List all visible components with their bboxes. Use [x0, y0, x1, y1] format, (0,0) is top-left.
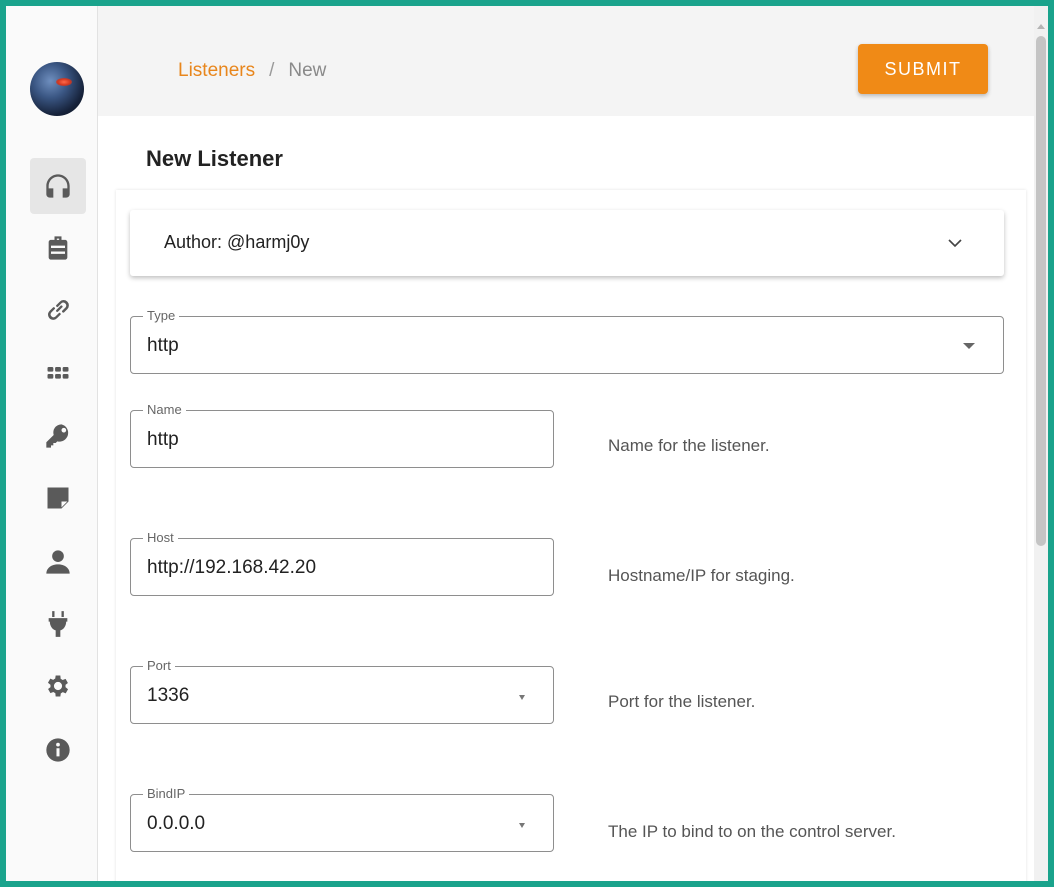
sticky-note-icon	[47, 487, 69, 509]
type-label: Type	[143, 308, 180, 323]
host-help-text: Hostname/IP for staging.	[608, 566, 795, 585]
link-icon	[48, 300, 69, 320]
form-card	[116, 190, 1026, 881]
bindip-value: 0.0.0.0	[147, 813, 206, 834]
sidebar-item-listeners[interactable]	[30, 158, 86, 214]
bindip-help-text: The IP to bind to on the control server.	[608, 822, 896, 841]
sidebar-item-modules[interactable]	[30, 346, 86, 402]
port-label: Port	[143, 658, 175, 673]
host-field[interactable]: Host http://192.168.42.20	[130, 530, 554, 596]
app: Listeners / New SUBMIT New Listener Author…	[6, 6, 1048, 881]
sidebar-item-credentials[interactable]	[30, 408, 86, 464]
bindip-combobox[interactable]: BindIP 0.0.0.0	[130, 786, 554, 852]
main-content: New Listener Author: @harmj0y Type http …	[98, 116, 1034, 881]
dropdown-arrow-icon[interactable]	[519, 695, 525, 700]
grid-icon	[47, 367, 69, 379]
name-help-text: Name for the listener.	[608, 436, 770, 455]
type-select[interactable]: Type http	[130, 308, 1004, 374]
page-title: New Listener	[146, 146, 283, 171]
dropdown-arrow-icon	[963, 343, 975, 349]
sidebar	[6, 6, 98, 881]
port-combobox[interactable]: Port 1336	[130, 658, 554, 724]
chevron-down-icon	[948, 239, 962, 248]
key-icon	[46, 424, 69, 448]
sidebar-item-reporting[interactable]	[30, 470, 86, 526]
sidebar-item-settings[interactable]	[30, 658, 86, 714]
bindip-label: BindIP	[143, 786, 190, 801]
briefcase-icon	[48, 236, 68, 260]
submit-button[interactable]: SUBMIT	[858, 44, 988, 94]
app-logo[interactable]	[30, 62, 84, 116]
name-value: http	[147, 429, 179, 450]
breadcrumb-link-listeners[interactable]: Listeners	[178, 60, 255, 81]
scroll-up-arrow-icon[interactable]	[1037, 24, 1045, 29]
top-bar: Listeners / New SUBMIT	[98, 6, 1034, 116]
name-label: Name	[143, 402, 186, 417]
vertical-scrollbar[interactable]	[1034, 6, 1048, 881]
dropdown-arrow-icon[interactable]	[519, 823, 525, 828]
author-text: Author: @harmj0y	[164, 232, 310, 252]
info-icon	[46, 738, 70, 762]
breadcrumb: Listeners / New	[178, 60, 326, 82]
headphones-icon	[46, 174, 70, 198]
port-value: 1336	[147, 685, 190, 706]
plug-icon	[48, 611, 68, 637]
type-value: http	[147, 335, 179, 356]
sidebar-item-about[interactable]	[30, 722, 86, 778]
sidebar-item-plugins[interactable]	[30, 596, 86, 652]
breadcrumb-separator: /	[269, 60, 275, 81]
scrollbar-thumb[interactable]	[1036, 36, 1046, 546]
user-icon	[46, 550, 70, 574]
sidebar-item-stagers[interactable]	[30, 220, 86, 276]
port-help-text: Port for the listener.	[608, 692, 756, 711]
breadcrumb-current: New	[288, 60, 327, 81]
sidebar-item-users[interactable]	[30, 534, 86, 590]
host-value: http://192.168.42.20	[147, 557, 317, 578]
gear-icon	[47, 675, 69, 697]
sidebar-item-agents[interactable]	[30, 282, 86, 338]
author-expansion-panel[interactable]: Author: @harmj0y	[130, 210, 1004, 276]
host-label: Host	[143, 530, 178, 545]
name-field[interactable]: Name http	[130, 402, 554, 468]
